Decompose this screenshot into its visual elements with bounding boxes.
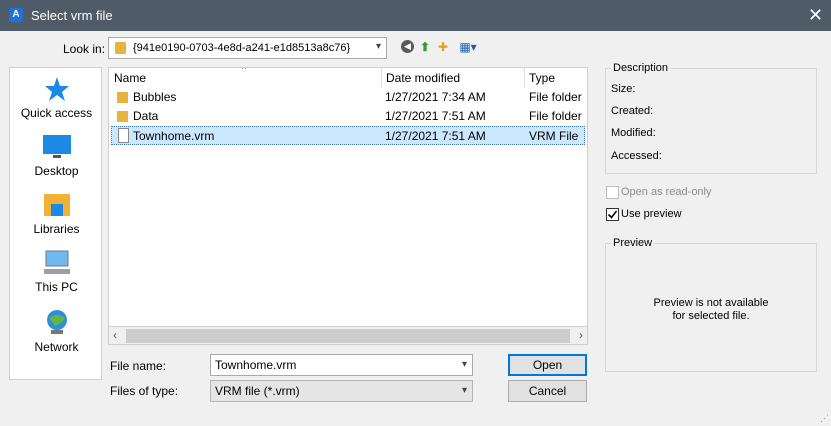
created-label: Created: (611, 105, 654, 117)
place-quick-access[interactable]: Quick access (10, 76, 103, 120)
filename-value: Townhome.vrm (215, 358, 297, 372)
star-icon (44, 77, 69, 101)
file-type: File folder (529, 90, 582, 104)
size-label: Size: (611, 83, 636, 95)
column-header-date[interactable]: Date modified (381, 68, 524, 88)
place-label: Desktop (34, 164, 79, 178)
read-only-label: Open as read-only (621, 186, 712, 198)
filetype-value: VRM file (*.vrm) (215, 384, 300, 398)
resize-grip-icon[interactable]: ⋰ (820, 413, 829, 424)
filetype-dropdown[interactable]: VRM file (*.vrm) ▾ (210, 380, 473, 402)
chevron-down-icon: ▾ (461, 385, 467, 396)
desktop-icon (42, 135, 71, 158)
filetype-label: Files of type: (110, 384, 179, 398)
place-label: This PC (35, 280, 78, 294)
close-icon[interactable]: ✕ (800, 0, 831, 31)
scrollbar-thumb[interactable] (126, 329, 570, 343)
file-type: VRM File (529, 129, 579, 143)
lookin-dropdown[interactable]: {941e0190-0703-4e8d-a241-e1d8513a8c76} ▾ (108, 37, 387, 59)
filename-label: File name: (110, 359, 167, 373)
folder-icon (115, 42, 126, 54)
folder-icon (117, 111, 128, 122)
scroll-left-icon[interactable]: ‹ (113, 328, 117, 342)
window-title: Select vrm file (31, 8, 113, 23)
file-name: Data (133, 109, 159, 123)
place-label: Libraries (33, 222, 80, 236)
open-button[interactable]: Open (508, 354, 587, 376)
place-desktop[interactable]: Desktop (10, 134, 103, 178)
file-type: File folder (529, 109, 582, 123)
column-header-type[interactable]: Type (524, 68, 587, 88)
place-this-pc[interactable]: This PC (10, 250, 103, 294)
new-folder-icon[interactable]: ✚ (436, 40, 450, 54)
file-name: Townhome.vrm (133, 129, 215, 143)
use-preview-checkbox[interactable] (606, 208, 619, 221)
read-only-checkbox[interactable] (606, 186, 619, 199)
preview-message-line: Preview is not available (653, 297, 769, 309)
preview-title: Preview (611, 237, 655, 249)
libraries-icon (43, 194, 70, 216)
cancel-button[interactable]: Cancel (508, 380, 587, 402)
file-date: 1/27/2021 7:51 AM (385, 109, 486, 123)
filename-input[interactable]: Townhome.vrm ▾ (210, 354, 473, 376)
file-row-data[interactable]: Data 1/27/2021 7:51 AM File folder (111, 107, 585, 126)
place-network[interactable]: Network (10, 308, 103, 354)
place-label: Network (34, 340, 79, 354)
lookin-label: Look in: (63, 42, 106, 56)
title-bar: A Select vrm file ✕ (0, 0, 831, 31)
horizontal-scrollbar[interactable]: ‹ › (108, 326, 588, 345)
up-folder-icon[interactable]: ⬆ (418, 40, 432, 54)
network-icon (46, 310, 67, 334)
preview-message: Preview is not available for selected fi… (606, 297, 816, 323)
column-header-name[interactable]: Name (109, 68, 381, 88)
file-row-bubbles[interactable]: Bubbles 1/27/2021 7:34 AM File folder (111, 88, 585, 107)
lookin-value: {941e0190-0703-4e8d-a241-e1d8513a8c76} (133, 42, 351, 54)
file-list[interactable]: ^ Name Date modified Type Bubbles 1/27/2… (108, 67, 588, 345)
place-label: Quick access (20, 106, 93, 120)
scroll-right-icon[interactable]: › (579, 328, 583, 342)
checkmark-icon (607, 210, 618, 219)
chevron-down-icon: ▾ (375, 41, 381, 52)
views-menu-icon[interactable]: ▦▾ (456, 40, 480, 54)
file-name: Bubbles (133, 90, 177, 104)
chevron-down-icon[interactable]: ▾ (462, 355, 467, 375)
file-date: 1/27/2021 7:51 AM (385, 129, 486, 143)
document-icon (118, 128, 129, 143)
back-icon[interactable]: ◀ (401, 40, 414, 53)
folder-icon (117, 92, 128, 103)
file-date: 1/27/2021 7:34 AM (385, 90, 486, 104)
modified-label: Modified: (611, 127, 656, 139)
preview-message-line: for selected file. (672, 310, 750, 322)
description-title: Description (611, 62, 671, 74)
place-libraries[interactable]: Libraries (10, 192, 103, 236)
places-bar: Quick access Desktop Libraries This PC N… (9, 67, 102, 380)
accessed-label: Accessed: (611, 150, 662, 162)
use-preview-label: Use preview (621, 208, 682, 220)
file-row-townhome[interactable]: Townhome.vrm 1/27/2021 7:51 AM VRM File (111, 126, 585, 145)
computer-icon (43, 250, 70, 274)
app-logo-icon: A (9, 8, 23, 22)
